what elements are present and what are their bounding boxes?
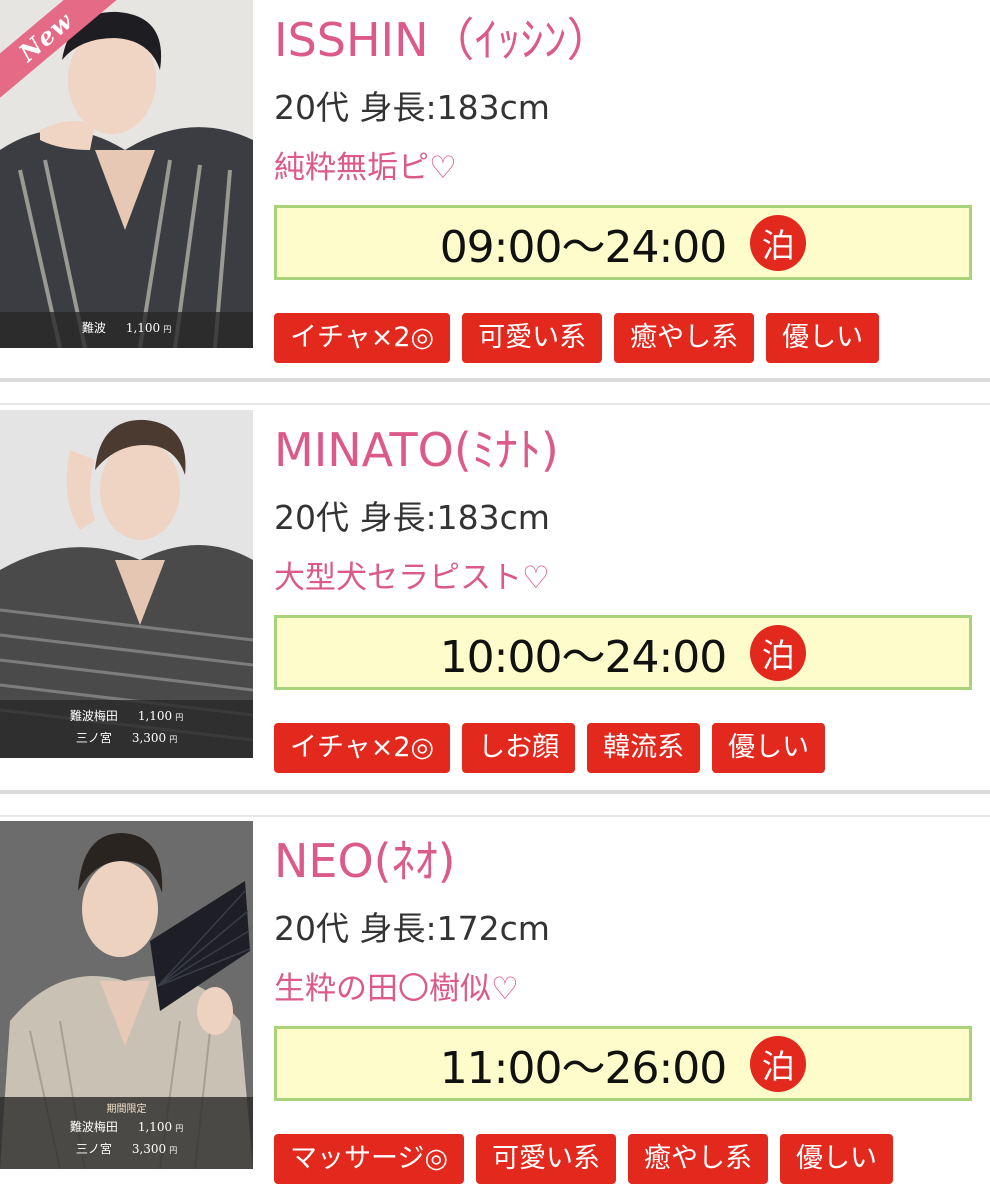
- therapist-name[interactable]: MINATO(ﾐﾅﾄ): [274, 422, 559, 478]
- tag: 癒やし系: [614, 313, 755, 363]
- price-row: 難波梅田 1,100 円: [0, 1117, 253, 1139]
- therapist-catchphrase: 生粋の田〇樹似♡: [274, 971, 519, 1007]
- tag: 可愛い系: [476, 1134, 617, 1184]
- price-value: 1,100 円: [137, 709, 184, 723]
- card-divider: [0, 378, 990, 382]
- working-hours: 10:00〜24:00: [439, 631, 728, 683]
- tag-list: イチャ×2◎ しお顔 韓流系 優しい: [274, 723, 826, 773]
- therapist-name[interactable]: NEO(ﾈｵ): [274, 833, 456, 889]
- price-area: 三ノ宮: [75, 1142, 112, 1156]
- overnight-badge: 泊: [750, 1035, 807, 1092]
- therapist-catchphrase: 純粋無垢ピ♡: [274, 150, 457, 186]
- working-hours: 11:00〜26:00: [439, 1042, 728, 1094]
- working-hours: 09:00〜24:00: [439, 221, 728, 273]
- price-panel: 難波梅田 1,100 円 三ノ宮 3,300 円: [0, 700, 253, 758]
- tag: 優しい: [766, 313, 880, 363]
- price-value: 1,100 円: [125, 321, 172, 335]
- therapist-card-neo[interactable]: 期間限定 難波梅田 1,100 円 三ノ宮 3,300 円 NEO(ﾈｵ) 20代 …: [0, 821, 990, 1199]
- tag-list: イチャ×2◎ 可愛い系 癒やし系 優しい: [274, 313, 880, 363]
- price-area: 三ノ宮: [75, 731, 112, 745]
- price-row: 難波梅田 1,100 円: [0, 706, 253, 728]
- therapist-age-height: 20代 身長:183cm: [274, 498, 550, 537]
- tag: 韓流系: [587, 723, 701, 773]
- tag: しお顔: [462, 723, 576, 773]
- therapist-photo[interactable]: 難波梅田 1,100 円 三ノ宮 3,300 円: [0, 410, 253, 758]
- price-value: 3,300 円: [131, 731, 178, 745]
- therapist-card-isshin[interactable]: New 難波 1,100 円 ISSHIN（ｲｯｼﾝ） 20代 身長:183cm …: [0, 0, 990, 378]
- therapist-card-minato[interactable]: 難波梅田 1,100 円 三ノ宮 3,300 円 MINATO(ﾐﾅﾄ) 20代 身…: [0, 410, 990, 788]
- therapist-age-height: 20代 身長:183cm: [274, 88, 550, 127]
- card-divider: [0, 403, 990, 405]
- therapist-age-height: 20代 身長:172cm: [274, 909, 550, 948]
- therapist-name[interactable]: ISSHIN（ｲｯｼﾝ）: [274, 12, 613, 68]
- price-row: 難波 1,100 円: [0, 318, 253, 340]
- working-hours-box: 10:00〜24:00 泊: [274, 615, 972, 690]
- price-row: 三ノ宮 3,300 円: [0, 728, 253, 750]
- overnight-badge: 泊: [750, 214, 807, 271]
- therapist-photo[interactable]: 期間限定 難波梅田 1,100 円 三ノ宮 3,300 円: [0, 821, 253, 1169]
- card-divider: [0, 815, 990, 817]
- card-divider: [0, 790, 990, 794]
- limited-time-label: 期間限定: [106, 1104, 147, 1115]
- tag: イチャ×2◎: [274, 313, 451, 363]
- working-hours-box: 11:00〜26:00 泊: [274, 1026, 972, 1101]
- price-area: 難波: [81, 321, 106, 335]
- price-value: 3,300 円: [131, 1142, 178, 1156]
- tag: 癒やし系: [628, 1134, 769, 1184]
- tag: マッサージ◎: [274, 1134, 465, 1184]
- tag-list: マッサージ◎ 可愛い系 癒やし系 優しい: [274, 1134, 894, 1184]
- therapist-photo[interactable]: New 難波 1,100 円: [0, 0, 253, 348]
- therapist-catchphrase: 大型犬セラピスト♡: [274, 560, 550, 596]
- price-panel: 難波 1,100 円: [0, 312, 253, 348]
- tag: イチャ×2◎: [274, 723, 451, 773]
- tag: 可愛い系: [462, 313, 603, 363]
- price-area: 難波梅田: [69, 709, 118, 723]
- tag: 優しい: [712, 723, 826, 773]
- price-area: 難波梅田: [69, 1120, 118, 1134]
- price-panel: 期間限定 難波梅田 1,100 円 三ノ宮 3,300 円: [0, 1097, 253, 1169]
- price-value: 1,100 円: [137, 1120, 184, 1134]
- overnight-badge: 泊: [750, 624, 807, 681]
- price-row: 三ノ宮 3,300 円: [0, 1139, 253, 1161]
- tag: 優しい: [780, 1134, 894, 1184]
- working-hours-box: 09:00〜24:00 泊: [274, 205, 972, 280]
